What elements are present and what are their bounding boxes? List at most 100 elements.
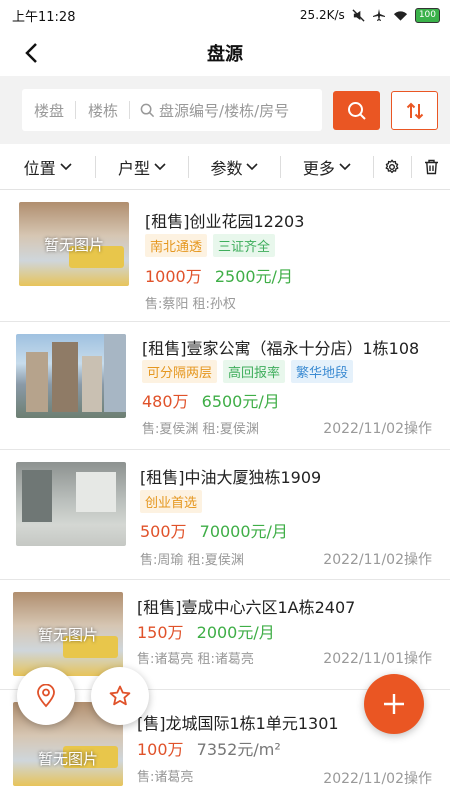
sale-price: 480万 [142,392,189,411]
filter-bar: 位置 户型 参数 更多 [0,144,450,190]
plus-icon [384,694,404,714]
wifi-icon [393,10,407,21]
back-arrow-icon [25,43,37,63]
gear-icon [385,159,399,173]
listing-title: [租售]壹家公寓（福永十分店）1栋108 [142,339,420,358]
listing-date: 2022/11/02操作 [323,771,432,787]
listing-prices: 500万 70000元/月 [140,518,288,542]
listing-image-placeholder: 暂无图片 [13,592,123,676]
search-input[interactable]: 盘源编号/楼栋/房号 [130,100,322,121]
location-pin-icon [37,684,55,708]
battery-icon: 100 [414,7,440,23]
rent-price: 6500元/月 [201,392,280,411]
listing-tag: 可分隔两层 [142,360,218,383]
listing-tags: 创业首选 [140,490,203,513]
filter-label: 位置 [23,158,56,178]
listing-prices: 150万 2000元/月 [137,619,275,643]
listing-title: [租售]创业花园12203 [145,212,305,231]
building-decor [52,342,78,412]
listing-image [16,462,126,546]
window-decor [22,470,52,522]
status-icons: 25.2K/s 100 [299,7,440,23]
filter-label: 户型 [118,158,151,178]
add-listing-button[interactable] [364,674,424,734]
chevron-down-icon [246,162,259,170]
listing-tags: 南北通透 三证齐全 [145,234,276,257]
listing-row[interactable]: 暂无图片 [租售]创业花园12203 南北通透 三证齐全 1000万 2500元… [0,190,450,322]
listing-prices: 480万 6500元/月 [142,388,280,412]
star-icon [109,685,131,706]
listing-tag: 三证齐全 [213,234,276,257]
unit-price: 7352元/m² [196,740,281,759]
settings-button[interactable] [374,144,412,190]
trash-icon [424,159,438,174]
block-filter-tab[interactable]: 楼栋 [76,100,129,121]
status-bar: 上午11:28 25.2K/s 100 [0,0,450,30]
building-filter-tab[interactable]: 楼盘 [22,100,75,121]
page-title: 盘源 [207,44,243,65]
search-button[interactable] [333,91,380,130]
listing-tag: 创业首选 [140,490,203,513]
listing-agents: 售:蔡阳 租:孙权 [145,297,236,312]
net-speed: 25.2K/s [299,8,345,22]
no-image-label: 暂无图片 [37,625,98,644]
filter-label: 参数 [210,158,243,178]
filter-params[interactable]: 参数 [189,144,280,190]
sale-price: 150万 [137,623,184,642]
listing-title: [售]龙城国际1栋1单元1301 [137,714,339,733]
listing-tag: 繁华地段 [291,360,354,383]
status-time: 上午11:28 [12,9,76,25]
favorites-button[interactable] [91,667,149,725]
chevron-down-icon [60,162,72,170]
listing-tag: 南北通透 [145,234,208,257]
listing-agents: 售:夏侯渊 租:夏侯渊 [142,422,259,437]
sort-arrows-icon [406,102,423,119]
listing-tags: 可分隔两层 高回报率 繁华地段 [142,360,354,383]
search-icon [140,103,155,117]
building-decor [82,356,102,412]
search-icon [347,101,366,120]
rent-price: 2000元/月 [196,623,275,642]
map-location-button[interactable] [17,667,75,725]
delete-button[interactable] [412,144,450,190]
listing-prices: 100万 7352元/m² [137,736,281,760]
search-placeholder: 盘源编号/楼栋/房号 [159,101,290,120]
listing-title: [租售]壹成中心六区1A栋2407 [137,598,356,617]
sale-price: 500万 [140,522,187,541]
search-area: 楼盘 楼栋 盘源编号/楼栋/房号 [0,76,450,144]
listing-agents: 售:诸葛亮 [137,770,194,785]
listing-row[interactable]: [租售]壹家公寓（福永十分店）1栋108 可分隔两层 高回报率 繁华地段 480… [0,322,450,450]
filter-location[interactable]: 位置 [0,144,95,190]
listing-tag: 高回报率 [223,360,286,383]
chevron-down-icon [339,162,351,170]
building-decor [104,334,126,412]
listing-row[interactable]: 暂无图片 [租售]壹成中心六区1A栋2407 150万 2000元/月 售:诸葛… [0,580,450,690]
sort-button[interactable] [391,91,438,130]
back-button[interactable] [14,36,48,70]
listing-date: 2022/11/02操作 [323,552,432,568]
listing-date: 2022/11/02操作 [323,421,432,437]
listing-image-placeholder: 暂无图片 [19,202,129,286]
no-image-label: 暂无图片 [37,749,98,768]
listing-agents: 售:周瑜 租:夏侯渊 [140,553,244,568]
rent-price: 2500元/月 [214,267,293,286]
filter-layout[interactable]: 户型 [96,144,187,190]
sale-price: 1000万 [145,267,202,286]
listing-row[interactable]: [租售]中油大厦独栋1909 创业首选 500万 70000元/月 售:周瑜 租… [0,450,450,580]
listing-date: 2022/11/01操作 [323,651,432,667]
filter-label: 更多 [302,158,335,178]
mute-icon [352,8,365,22]
rent-price: 70000元/月 [199,522,288,541]
chevron-down-icon [154,162,166,170]
filter-more[interactable]: 更多 [281,144,372,190]
listing-title: [租售]中油大厦独栋1909 [140,468,322,487]
no-image-label: 暂无图片 [43,235,104,254]
search-box: 楼盘 楼栋 盘源编号/楼栋/房号 [22,89,322,131]
window-decor [76,472,116,512]
listing-prices: 1000万 2500元/月 [145,263,293,287]
airplane-icon [372,9,385,21]
sale-price: 100万 [137,740,184,759]
header: 盘源 [0,30,450,76]
listing-agents: 售:诸葛亮 租:诸葛亮 [137,652,254,667]
building-decor [26,352,48,412]
